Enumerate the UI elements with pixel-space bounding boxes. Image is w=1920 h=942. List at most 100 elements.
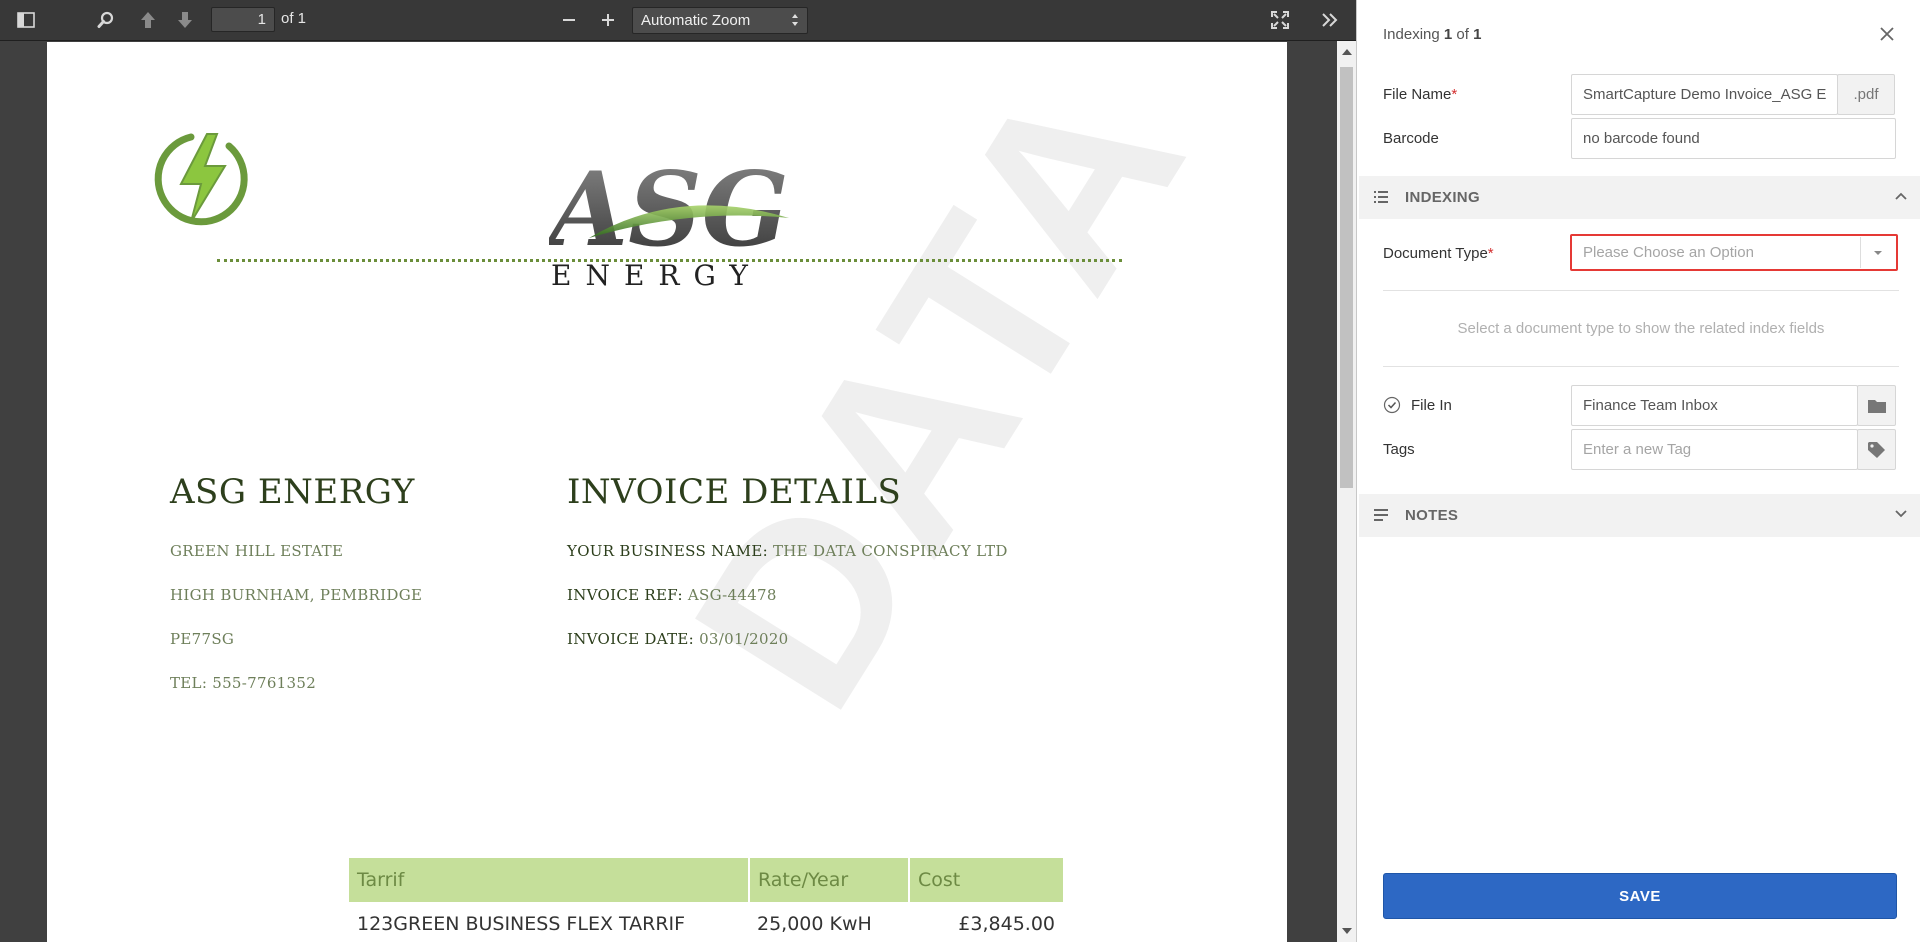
- indexing-panel: Indexing 1 of 1 File Name* SmartCapture …: [1356, 0, 1920, 942]
- tools-button[interactable]: [1316, 6, 1344, 34]
- invoice-date-label: INVOICE DATE:: [567, 630, 694, 648]
- double-chevron-right-icon: [1322, 13, 1338, 27]
- invoice-date-line: INVOICE DATE: 03/01/2020: [567, 630, 1008, 650]
- page-count-label: of 1: [281, 10, 307, 27]
- required-mark: *: [1451, 86, 1458, 103]
- scroll-up-arrow-icon[interactable]: [1342, 49, 1352, 55]
- document-type-hint: Select a document type to show the relat…: [1457, 320, 1825, 337]
- chevron-down-icon: [1895, 510, 1907, 518]
- minus-icon: [563, 19, 575, 21]
- barcode-label: Barcode: [1383, 130, 1439, 147]
- pdf-viewer: 1 of 1 Automatic Zoom DATA ASG ENERGY AS…: [0, 0, 1356, 942]
- scroll-thumb[interactable]: [1340, 67, 1353, 488]
- document-type-label-text: Document Type: [1383, 245, 1488, 262]
- folder-icon: [1867, 399, 1886, 413]
- divider: [1383, 366, 1899, 367]
- table-header-tarrif: Tarrif: [349, 858, 749, 902]
- table-header-row: Tarrif Rate/Year Cost: [349, 858, 1063, 902]
- company-heading: ASG ENERGY: [170, 472, 415, 512]
- save-button[interactable]: SAVE: [1383, 873, 1897, 919]
- logo-subtext: ENERGY: [551, 259, 762, 292]
- company-tel: TEL: 555-7761352: [170, 674, 317, 692]
- previous-page-button[interactable]: [134, 6, 162, 34]
- folder-button[interactable]: [1857, 385, 1896, 426]
- pdf-page: DATA ASG ENERGY ASG ENERGY GREEN HILL ES…: [47, 42, 1287, 942]
- indexing-prefix: Indexing: [1383, 26, 1440, 43]
- table-row: 123GREEN BUSINESS FLEX TARRIF 25,000 KwH…: [349, 902, 1063, 942]
- sidebar-toggle-icon: [17, 12, 35, 28]
- pdf-toolbar: 1 of 1 Automatic Zoom: [0, 0, 1356, 41]
- notes-section-header[interactable]: NOTES: [1359, 494, 1920, 537]
- page-number-input[interactable]: 1: [211, 7, 275, 32]
- invoice-ref-line: INVOICE REF: ASG-44478: [567, 586, 1008, 606]
- company-postcode: PE77SG: [170, 630, 235, 648]
- header-divider: [217, 259, 1122, 262]
- find-button[interactable]: [92, 6, 120, 34]
- invoice-ref-value: ASG-44478: [687, 586, 777, 604]
- indexing-of: of: [1456, 26, 1469, 43]
- table-header-rate: Rate/Year: [748, 858, 909, 902]
- file-in-label: File In: [1411, 397, 1452, 414]
- zoom-in-button[interactable]: [594, 6, 622, 34]
- lightning-bolt-logo-icon: [154, 133, 248, 226]
- sidebar-toggle-button[interactable]: [12, 6, 40, 34]
- caret-down-icon[interactable]: [1873, 250, 1883, 256]
- business-name-value: THE DATA CONSPIRACY LTD: [773, 542, 1008, 560]
- required-mark: *: [1487, 245, 1494, 262]
- plus-icon: [602, 14, 614, 26]
- company-block: ASG ENERGY GREEN HILL ESTATE HIGH BURNHA…: [170, 472, 422, 694]
- list-icon: [1374, 191, 1388, 203]
- indexing-section-header[interactable]: INDEXING: [1359, 176, 1920, 219]
- file-name-input[interactable]: SmartCapture Demo Invoice_ASG E: [1571, 74, 1838, 115]
- select-divider: [1860, 237, 1861, 268]
- arrow-down-icon: [178, 12, 192, 28]
- zoom-out-button[interactable]: [555, 6, 583, 34]
- divider: [1383, 290, 1899, 291]
- invoice-heading: INVOICE DETAILS: [567, 472, 902, 512]
- indexing-counter: Indexing 1 of 1: [1383, 26, 1481, 43]
- next-page-button[interactable]: [171, 6, 199, 34]
- tags-input[interactable]: Enter a new Tag: [1571, 429, 1858, 470]
- check-circle-icon[interactable]: [1383, 396, 1401, 414]
- company-address-1: GREEN HILL ESTATE: [170, 542, 344, 560]
- company-address-2: HIGH BURNHAM, PEMBRIDGE: [170, 586, 423, 604]
- zoom-select-value: Automatic Zoom: [641, 12, 751, 29]
- close-icon[interactable]: [1877, 24, 1897, 44]
- invoice-ref-label: INVOICE REF:: [567, 586, 683, 604]
- document-type-placeholder: Please Choose an Option: [1583, 244, 1754, 261]
- tags-label: Tags: [1383, 441, 1415, 458]
- tariff-table: Tarrif Rate/Year Cost 123GREEN BUSINESS …: [349, 858, 1063, 942]
- file-name-label: File Name*: [1383, 86, 1457, 103]
- indexing-total: 1: [1473, 26, 1482, 43]
- table-header-cost: Cost: [908, 858, 1063, 902]
- notes-lines-icon: [1374, 509, 1388, 521]
- tag-button[interactable]: [1857, 429, 1896, 470]
- indexing-current: 1: [1443, 26, 1453, 43]
- document-type-label: Document Type*: [1383, 245, 1494, 262]
- invoice-details-block: INVOICE DETAILS YOUR BUSINESS NAME: THE …: [567, 472, 1008, 650]
- business-name-line: YOUR BUSINESS NAME: THE DATA CONSPIRACY …: [567, 542, 1008, 562]
- business-name-label: YOUR BUSINESS NAME:: [567, 542, 768, 560]
- table-cell-tarrif: 123GREEN BUSINESS FLEX TARRIF: [357, 913, 686, 935]
- document-type-select[interactable]: Please Choose an Option: [1570, 234, 1898, 271]
- asg-energy-logo: ASG ENERGY: [549, 150, 789, 292]
- file-name-label-text: File Name: [1383, 86, 1452, 103]
- table-cell-rate: 25,000 KwH: [757, 913, 872, 935]
- search-icon: [97, 11, 114, 28]
- tag-icon: [1867, 441, 1885, 458]
- invoice-date-value: 03/01/2020: [699, 630, 789, 648]
- select-arrows-icon: [792, 14, 798, 26]
- barcode-input[interactable]: no barcode found: [1571, 118, 1896, 159]
- chevron-up-icon: [1895, 192, 1907, 200]
- table-cell-cost: £3,845.00: [958, 913, 1055, 935]
- notes-section-title: NOTES: [1405, 507, 1459, 524]
- zoom-select[interactable]: Automatic Zoom: [632, 7, 808, 34]
- scroll-down-arrow-icon[interactable]: [1342, 928, 1352, 934]
- fullscreen-icon: [1271, 11, 1289, 29]
- file-in-input[interactable]: Finance Team Inbox: [1571, 385, 1858, 426]
- indexing-section-title: INDEXING: [1405, 189, 1480, 206]
- presentation-mode-button[interactable]: [1266, 6, 1294, 34]
- arrow-up-icon: [141, 12, 155, 28]
- vertical-scrollbar[interactable]: [1337, 41, 1356, 942]
- file-extension-addon: .pdf: [1837, 74, 1895, 115]
